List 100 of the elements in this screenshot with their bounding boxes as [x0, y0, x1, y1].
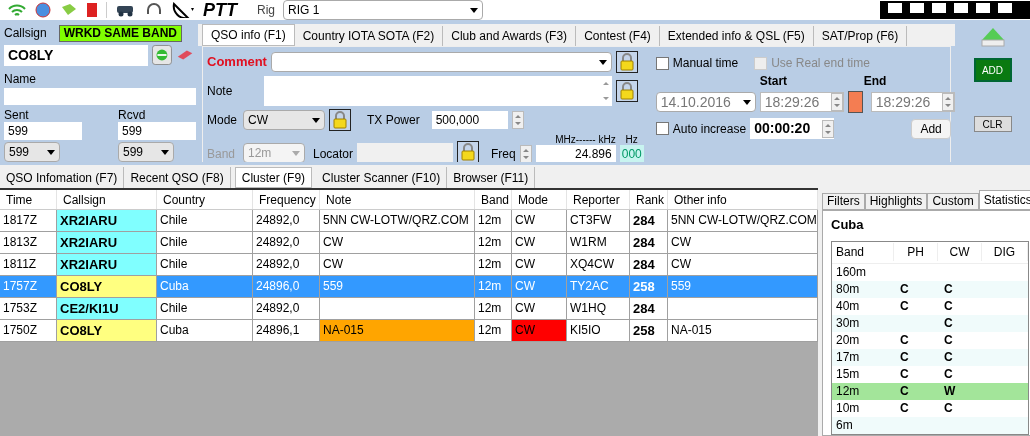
column-label: Start	[759, 75, 789, 88]
lock-button[interactable]	[616, 51, 638, 73]
satellite-dish-icon[interactable]	[171, 2, 195, 18]
table-cell: 5NN CW-LOTW/QRZ.COM	[320, 210, 475, 231]
table-cell: Chile	[157, 232, 253, 253]
lock-button[interactable]	[616, 80, 638, 102]
table-cell: 258	[630, 276, 668, 297]
date-picker[interactable]: 14.10.2016	[655, 92, 756, 112]
locator-input[interactable]	[357, 143, 454, 163]
checkbox[interactable]	[655, 122, 669, 135]
table-cell: CW	[668, 254, 818, 275]
field-label: Name	[4, 71, 37, 88]
tab[interactable]: Custom	[927, 193, 979, 210]
field-label: Rcvd	[118, 109, 147, 122]
column-header: PH	[894, 243, 938, 261]
table-cell-text: C	[899, 298, 910, 315]
report-dropdown[interactable]: 599	[118, 142, 174, 162]
table-cell: KI5IO	[567, 320, 630, 341]
checkbox-label: Manual time	[672, 55, 739, 72]
table-row[interactable]: 1813Z XR2IARU Chile 24892,0 CW 12m CW W1RM 284 CW	[0, 232, 818, 254]
table-row[interactable]: 1817Z XR2IARU Chile 24892,0 5NN CW-LOTW/QRZ.COM 12m CW CT3FW 284 5NN CW-LOTW/QRZ.COM	[0, 210, 818, 232]
mode-dropdown[interactable]: CW	[243, 110, 325, 130]
table-cell: NA-015	[320, 320, 475, 341]
table-cell: TY2AC	[567, 276, 630, 297]
tab[interactable]: QSO info (F1)	[202, 24, 295, 46]
field-label: Locator	[313, 146, 354, 163]
add-button[interactable]: Add	[911, 118, 951, 139]
spinner-arrows[interactable]	[519, 145, 532, 163]
eraser-icon[interactable]	[175, 48, 194, 62]
tab[interactable]: Cluster (F9)	[234, 167, 313, 188]
report-input[interactable]: 599	[4, 122, 82, 140]
table-cell: CW	[320, 254, 475, 275]
table-row[interactable]: 1811Z XR2IARU Chile 24892,0 CW 12m CW XQ4CW 284 CW	[0, 254, 818, 276]
tab[interactable]: Highlights	[864, 193, 928, 210]
field-label: TX Power	[367, 112, 420, 129]
increment-field[interactable]: 00:00:20	[750, 118, 835, 139]
table-cell: Cuba	[157, 276, 253, 297]
column-header[interactable]: Frequency	[253, 190, 320, 209]
column-header[interactable]: Callsign	[57, 190, 157, 209]
table-cell: 284	[630, 210, 668, 231]
end-time-field[interactable]: 18:29:26	[870, 92, 955, 112]
table-row[interactable]: 1753Z CE2/KI1U Chile 24892,0 12m CW W1HQ 284	[0, 298, 818, 320]
column-header[interactable]: Reporter	[567, 190, 630, 209]
wifi-icon[interactable]	[8, 3, 26, 17]
table-cell: 12m	[475, 254, 512, 275]
table-cell: CW	[512, 298, 567, 319]
tab[interactable]: Filters	[822, 193, 865, 210]
tx-power-input[interactable]: 500,000	[431, 111, 508, 129]
name-input[interactable]	[4, 88, 196, 105]
table-cell: 5NN CW-LOTW/QRZ.COM	[668, 210, 818, 231]
clear-button[interactable]: CLR	[973, 116, 1012, 132]
frequency-input[interactable]: 24.896	[535, 145, 616, 163]
column-header[interactable]: Rank	[630, 190, 668, 209]
spinner-arrows[interactable]	[822, 119, 835, 138]
table-cell-text: W	[943, 383, 957, 400]
table-cell-text: 80m	[835, 281, 861, 298]
table-cell: Chile	[157, 210, 253, 231]
spinner-arrows[interactable]	[941, 93, 954, 111]
column-header[interactable]: Mode	[512, 190, 567, 209]
table-row[interactable]: 1757Z CO8LY Cuba 24896,0 559 12m CW TY2AC 258 559	[0, 276, 818, 298]
table-cell: CT3FW	[567, 210, 630, 231]
report-input[interactable]: 599	[118, 122, 196, 140]
table-cell: 24892,0	[253, 254, 320, 275]
lock-button[interactable]	[457, 141, 480, 163]
table-cell-text: C	[899, 400, 910, 417]
table-cell-text: C	[899, 332, 910, 349]
table-cell-text: C	[943, 400, 954, 417]
table-cell: 12m	[475, 298, 512, 319]
table-cell: W1HQ	[567, 298, 630, 319]
table-cell: XR2IARU	[57, 232, 157, 253]
table-cell: XR2IARU	[57, 210, 157, 231]
dropdown-arrow-icon	[292, 150, 300, 156]
spinner-arrows[interactable]	[830, 93, 843, 111]
spinner-arrows[interactable]	[511, 111, 524, 129]
dropdown-arrow-icon	[161, 149, 169, 155]
column-header[interactable]: Time	[0, 190, 57, 209]
lock-button[interactable]	[329, 109, 351, 131]
lookup-button[interactable]	[152, 44, 172, 66]
rig-dropdown[interactable]: RIG 1	[283, 0, 483, 20]
comment-label: Comment	[207, 53, 268, 72]
column-header[interactable]: Note	[320, 190, 475, 209]
table-cell-text: 15m	[835, 366, 861, 383]
table-cell-text: 17m	[835, 349, 861, 366]
table-cell-text: C	[899, 383, 910, 400]
checkbox[interactable]	[655, 56, 669, 70]
table-cell: Chile	[157, 298, 253, 319]
column-header[interactable]: Other info	[668, 190, 818, 209]
column-header[interactable]: Band	[475, 190, 512, 209]
table-cell: CO8LY	[57, 320, 157, 341]
column-header[interactable]: Country	[157, 190, 253, 209]
start-time-field[interactable]: 18:29:26	[759, 92, 844, 112]
table-cell: CE2/KI1U	[57, 298, 157, 319]
callsign-input[interactable]: CO8LY	[4, 44, 148, 66]
table-cell: Chile	[157, 254, 253, 275]
table-cell: 559	[668, 276, 818, 297]
table-cell: CW	[512, 276, 567, 297]
add-qso-button[interactable]: ADD	[973, 58, 1012, 82]
report-dropdown[interactable]: 599	[4, 142, 60, 162]
table-cell-text: 12m	[835, 383, 861, 400]
table-row[interactable]: 1750Z CO8LY Cuba 24896,1 NA-015 12m CW KI5IO 258 NA-015	[0, 320, 818, 342]
